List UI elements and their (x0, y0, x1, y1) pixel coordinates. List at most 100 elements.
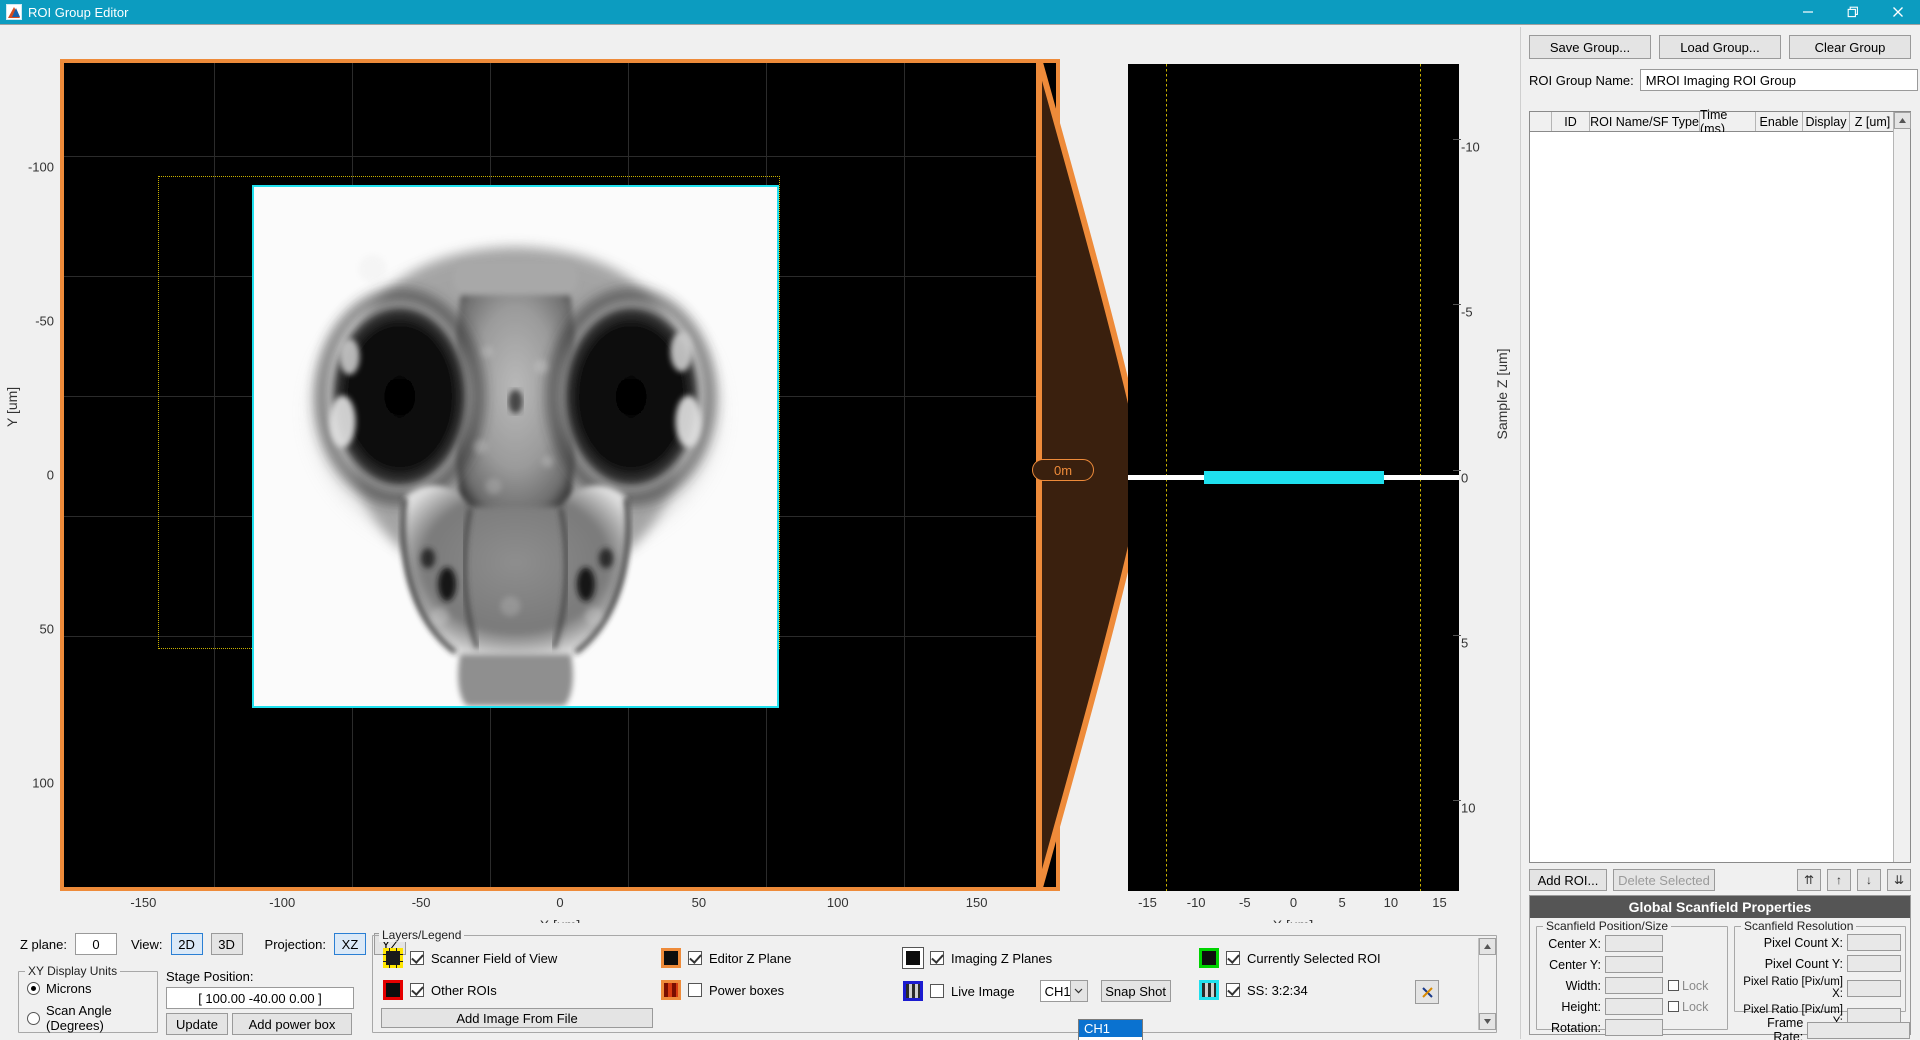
lock-height-label: Lock (1682, 1000, 1708, 1014)
th-id[interactable]: ID (1552, 112, 1590, 131)
imaging-z-planes-swatch (903, 948, 923, 968)
xz-z-tick: -10 (1461, 139, 1480, 154)
restore-icon[interactable] (1830, 0, 1875, 24)
currently-selected-roi-checkbox[interactable] (1226, 951, 1240, 965)
center-x-input[interactable] (1605, 935, 1663, 952)
global-scanfield-properties-title: Global Scanfield Properties (1530, 896, 1910, 918)
xz-plot-canvas[interactable] (1128, 64, 1459, 891)
lock-width-checkbox[interactable] (1668, 980, 1679, 991)
add-image-from-file-button[interactable]: Add Image From File (381, 1008, 653, 1028)
clear-group-button[interactable]: Clear Group (1789, 35, 1911, 59)
roi-group-panel: Save Group... Load Group... Clear Group … (1520, 27, 1918, 1039)
move-up-button[interactable]: ↑ (1827, 869, 1851, 891)
delete-selected-button: Delete Selected (1613, 869, 1715, 891)
th-select (1530, 112, 1552, 131)
snapshot-checkbox[interactable] (1226, 983, 1240, 997)
frame-rate-input[interactable] (1807, 1022, 1910, 1039)
scroll-down-arrow[interactable] (1479, 1013, 1496, 1030)
layers-legend-group: Layers/Legend Scanner Field of View Othe… (372, 935, 1497, 1033)
close-snapshot-button[interactable] (1415, 980, 1439, 1004)
editor-z-plane-marker[interactable]: 0m (1032, 459, 1094, 481)
xy-x-tick: 0 (556, 895, 563, 910)
move-bottom-button[interactable]: ⇊ (1887, 869, 1911, 891)
other-rois-checkbox[interactable] (410, 983, 424, 997)
xz-x-tick: 0 (1290, 895, 1297, 910)
pixel-count-x-input[interactable] (1847, 934, 1901, 951)
lock-width-label: Lock (1682, 979, 1708, 993)
center-x-label: Center X: (1541, 937, 1601, 951)
width-input[interactable] (1605, 977, 1663, 994)
live-image-swatch (903, 981, 923, 1001)
projection-label: Projection: (265, 937, 326, 952)
roi-table-scrollbar[interactable] (1893, 112, 1910, 862)
move-top-button[interactable]: ⇈ (1797, 869, 1821, 891)
imaging-z-planes-checkbox[interactable] (930, 951, 944, 965)
minimize-icon[interactable] (1785, 0, 1830, 24)
roi-table-body[interactable] (1530, 132, 1893, 862)
close-icon[interactable] (1875, 0, 1920, 24)
center-y-input[interactable] (1605, 956, 1663, 973)
update-button[interactable]: Update (166, 1013, 228, 1035)
th-time[interactable]: Time (ms) (1700, 112, 1756, 131)
xz-z-tick: 5 (1461, 635, 1468, 650)
load-group-button[interactable]: Load Group... (1659, 35, 1781, 59)
editor-z-plane-checkbox[interactable] (688, 951, 702, 965)
height-label: Height: (1541, 1000, 1601, 1014)
xy-x-tick: -100 (269, 895, 295, 910)
snapshot-swatch (1199, 980, 1219, 1000)
add-power-box-button[interactable]: Add power box (232, 1013, 352, 1035)
height-input[interactable] (1605, 998, 1663, 1015)
xy-y-tick: 50 (6, 622, 54, 637)
live-image-checkbox[interactable] (930, 984, 944, 998)
xy-y-ticks: -100-50050100 (2, 27, 54, 919)
live-image-label: Live Image (951, 984, 1015, 999)
scanner-field-of-view-checkbox[interactable] (410, 951, 424, 965)
th-display[interactable]: Display (1803, 112, 1850, 131)
view-3d-button[interactable]: 3D (211, 933, 243, 955)
xy-display-units-group: XY Display Units Microns Scan Angle (Deg… (18, 971, 158, 1033)
live-image-specimen[interactable] (252, 185, 779, 708)
rotation-input[interactable] (1605, 1019, 1663, 1036)
power-boxes-checkbox[interactable] (688, 983, 702, 997)
app-frame: Y [um] -100-50050100 (0, 24, 1920, 1040)
channel-dropdown-list[interactable]: CH1 SimCam (1078, 1019, 1143, 1040)
pixel-count-y-label: Pixel Count Y: (1737, 957, 1843, 971)
move-down-button[interactable]: ↓ (1857, 869, 1881, 891)
xz-z-tick-mark (1453, 800, 1461, 801)
save-group-button[interactable]: Save Group... (1529, 35, 1651, 59)
pixel-count-y-input[interactable] (1847, 955, 1901, 972)
layers-scrollbar[interactable] (1478, 938, 1494, 1030)
z-plane-label: Z plane: (20, 937, 67, 952)
pixel-ratio-x-input[interactable] (1847, 980, 1901, 997)
snap-shot-button[interactable]: Snap Shot (1101, 980, 1171, 1002)
roi-group-name-label: ROI Group Name: (1529, 73, 1634, 88)
scroll-up-arrow[interactable] (1479, 938, 1496, 955)
scanfield-position-size-title: Scanfield Position/Size (1543, 919, 1671, 933)
currently-selected-roi-label: Currently Selected ROI (1247, 951, 1381, 966)
roi-group-name-input[interactable]: MROI Imaging ROI Group (1640, 69, 1918, 91)
dropdown-option-ch1[interactable]: CH1 (1079, 1020, 1142, 1037)
th-z[interactable]: Z [um] (1850, 112, 1895, 131)
projection-xz-button[interactable]: XZ (334, 933, 366, 955)
stage-position-label: Stage Position: (166, 969, 356, 984)
view-2d-button[interactable]: 2D (171, 933, 203, 955)
chevron-down-icon[interactable] (1070, 980, 1088, 1002)
th-enable[interactable]: Enable (1756, 112, 1803, 131)
scan-angle-radio[interactable] (27, 1012, 40, 1025)
xy-plot-canvas[interactable] (60, 59, 1060, 891)
bottom-control-strip: Z plane: 0 View: 2D 3D Projection: XZ YZ… (2, 923, 1518, 1039)
currently-selected-roi-segment[interactable] (1204, 471, 1384, 484)
width-label: Width: (1541, 979, 1601, 993)
th-roi-name[interactable]: ROI Name/SF Type (1590, 112, 1700, 131)
add-roi-button[interactable]: Add ROI... (1529, 869, 1607, 891)
microns-radio[interactable] (27, 982, 40, 995)
xz-x-tick: -5 (1239, 895, 1251, 910)
layers-legend-title: Layers/Legend (379, 928, 464, 942)
lock-height-checkbox[interactable] (1668, 1001, 1679, 1012)
xz-x-tick: 5 (1339, 895, 1346, 910)
xy-x-tick: -50 (412, 895, 431, 910)
table-scroll-up-arrow[interactable] (1894, 112, 1911, 129)
plot-area: Y [um] -100-50050100 (2, 27, 1518, 919)
roi-table[interactable]: ID ROI Name/SF Type Time (ms) Enable Dis… (1529, 111, 1911, 863)
z-plane-input[interactable]: 0 (75, 933, 117, 955)
